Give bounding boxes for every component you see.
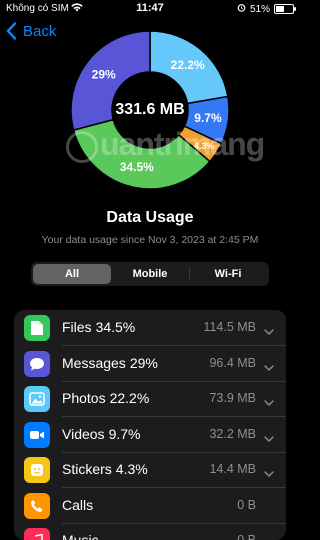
watermark-logo-icon — [66, 130, 98, 163]
app-percent: 29% — [129, 354, 158, 371]
usage-filter-segmented-control: All Mobile Wi-Fi — [31, 262, 269, 286]
app-data-size: 73.9 MB — [209, 391, 256, 405]
segment-mobile[interactable]: Mobile — [111, 264, 189, 284]
app-data-size: 32.2 MB — [209, 426, 256, 441]
page-title: Data Usage — [106, 209, 194, 226]
chevron-down-icon[interactable] — [264, 393, 274, 411]
app-name: Photos 22.2% — [62, 390, 150, 406]
app-name: Music — [62, 532, 99, 540]
app-name: Videos 9.7% — [62, 425, 141, 442]
files-icon — [24, 315, 50, 341]
app-percent: 22.2% — [109, 390, 150, 406]
app-percent: 4.3% — [115, 461, 148, 477]
messages-icon — [24, 350, 50, 377]
videos-icon — [24, 421, 50, 448]
donut-slice-label-4: 29% — [92, 67, 116, 81]
app-name: Messages 29% — [62, 354, 158, 371]
app-data-size: 96.4 MB — [209, 355, 256, 370]
app-usage-row-files[interactable]: Files 34.5% 114.5 MB — [14, 310, 286, 346]
watermark: uantrimang — [66, 126, 265, 163]
app-usage-row-messages[interactable]: Messages 29% 96.4 MB — [14, 346, 286, 382]
chevron-down-icon[interactable] — [264, 358, 274, 376]
stickers-icon — [24, 457, 50, 483]
chevron-down-icon[interactable] — [264, 464, 274, 482]
total-usage-label: 331.6 MB — [115, 101, 185, 118]
chevron-down-icon[interactable] — [264, 429, 274, 447]
app-usage-row-photos[interactable]: Photos 22.2% 73.9 MB — [14, 381, 286, 417]
app-usage-row-videos[interactable]: Videos 9.7% 32.2 MB — [14, 417, 286, 453]
calls-icon — [24, 492, 50, 519]
app-percent: 34.5% — [95, 319, 136, 335]
app-usage-row-music[interactable]: Music 0 B — [14, 523, 286, 540]
app-percent: 9.7% — [108, 425, 141, 442]
app-name: Files 34.5% — [62, 319, 136, 335]
app-usage-list: Files 34.5% 114.5 MB Messages 29% 96.4 MB Phot… — [14, 310, 286, 540]
app-data-size: 0 B — [237, 533, 256, 540]
music-icon — [24, 528, 50, 540]
donut-slice-label-0: 22.2% — [171, 58, 205, 72]
photos-icon — [24, 386, 50, 412]
chevron-down-icon[interactable] — [264, 322, 274, 340]
segment-wifi[interactable]: Wi-Fi — [189, 264, 267, 284]
app-data-size: 114.5 MB — [203, 320, 256, 334]
segment-all[interactable]: All — [33, 264, 111, 284]
app-data-size: 0 B — [237, 497, 256, 512]
app-data-size: 14.4 MB — [209, 462, 256, 476]
app-usage-row-calls[interactable]: Calls 0 B — [14, 488, 286, 524]
app-usage-row-stickers[interactable]: Stickers 4.3% 14.4 MB — [14, 452, 286, 488]
page-subtitle: Your data usage since Nov 3, 2023 at 2:4… — [41, 234, 259, 246]
app-name: Stickers 4.3% — [62, 461, 148, 477]
app-name: Calls — [62, 496, 94, 513]
